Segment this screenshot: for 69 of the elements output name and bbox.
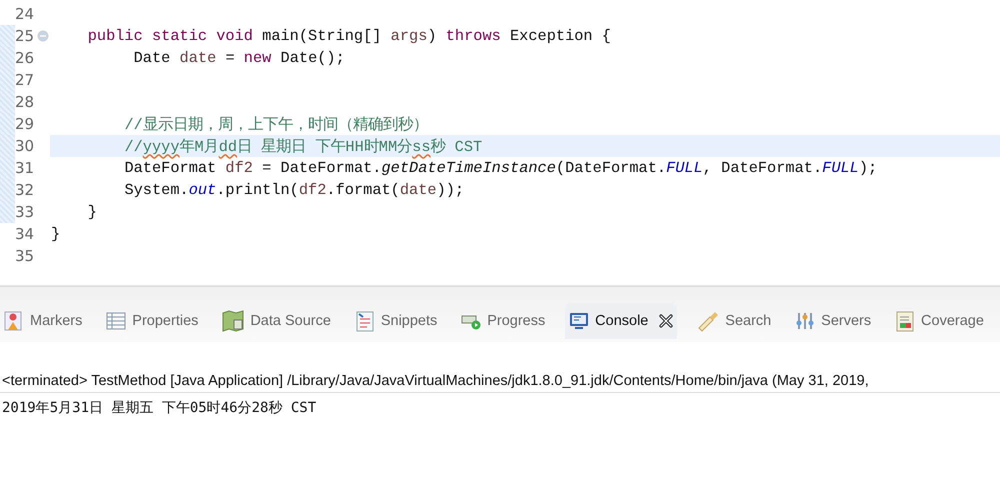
code-text: } (51, 225, 60, 243)
code-text: Date (134, 49, 172, 67)
console-header: <terminated> TestMethod [Java Application] /Library/Java/JavaVirtualMachines/jdk1.8.0_91.jdk/Contents/Home/bin/java (May 31, 2019, (0, 370, 1000, 393)
code-text: } (88, 203, 97, 221)
variable-name: df2 (298, 181, 326, 199)
view-tab[interactable]: Servers (791, 302, 876, 338)
code-text: DateFormat (124, 159, 218, 177)
line-number: 33 (15, 203, 36, 221)
code-comment: // (124, 138, 143, 156)
view-tab[interactable]: Search (693, 302, 776, 338)
report-icon (895, 310, 916, 332)
line-number: 32 (15, 181, 36, 199)
code-text: Exception { (510, 27, 611, 45)
code-text: System. (124, 181, 189, 199)
servers-icon (795, 310, 816, 330)
code-text: Date(); (280, 49, 345, 67)
code-text: = (225, 49, 236, 67)
line-number: 25 (15, 27, 36, 45)
line-number: 31 (15, 159, 36, 177)
view-tab[interactable]: Snippets (350, 302, 442, 338)
view-tab[interactable]: Markers (0, 302, 86, 338)
keyword: public static void (88, 27, 253, 45)
line-number: 26 (15, 49, 36, 67)
code-comment: //显示日期，周，上下午，时间（精确到秒） (124, 116, 428, 134)
code-text: main(String[] (262, 27, 382, 45)
static-field: out (188, 181, 216, 199)
monitor-icon (569, 310, 590, 330)
line-number: 30 (15, 137, 36, 155)
static-field: FULL (666, 159, 703, 177)
static-field: FULL (822, 159, 859, 177)
variable-name: date (400, 181, 437, 199)
console-output: 2019年5月31日 星期五 下午05时46分28秒 CST (1, 399, 318, 418)
code-comment: 日 星期日 下午HH时MM分 (237, 138, 412, 156)
line-number: 35 (15, 247, 36, 265)
line-number: 27 (15, 71, 36, 89)
keyword: new (244, 49, 272, 67)
code-text: .format( (326, 181, 400, 199)
code-text: ); (858, 159, 878, 177)
code-comment: 秒 CST (430, 138, 482, 156)
code-text: .println( (216, 181, 299, 199)
close-icon[interactable] (659, 314, 674, 328)
view-tab[interactable]: Data Source (218, 302, 335, 338)
code-text: )); (436, 181, 464, 199)
variable-name: date (180, 49, 216, 67)
view-tab[interactable]: Coverage (891, 302, 988, 338)
misspelled-word: ss (412, 138, 430, 156)
line-number: 24 (15, 5, 36, 23)
keyword: throws (446, 27, 501, 45)
code-text: (DateFormat. (556, 159, 666, 177)
view-tab[interactable]: Progress (457, 302, 550, 338)
variable-name: args (390, 27, 428, 45)
document-icon (354, 310, 375, 332)
code-text: = DateFormat. (262, 159, 382, 177)
misspelled-word: dd (218, 138, 238, 156)
misspelled-word: yyyy (142, 138, 180, 156)
method-name: getDateTimeInstance (382, 159, 556, 177)
markers-icon (4, 310, 24, 332)
flashlight-icon (697, 310, 720, 332)
view-tab[interactable]: Console (565, 302, 678, 338)
code-text: ) (427, 27, 438, 45)
code-text: , DateFormat. (702, 159, 822, 177)
code-comment: 年M月 (180, 138, 219, 156)
map-icon (222, 310, 244, 332)
variable-name: df2 (225, 159, 253, 177)
view-tab[interactable]: Properties (102, 302, 202, 338)
line-number: 34 (15, 225, 36, 243)
line-number: 29 (15, 115, 36, 133)
line-number: 28 (15, 93, 36, 111)
table-icon (106, 310, 126, 330)
